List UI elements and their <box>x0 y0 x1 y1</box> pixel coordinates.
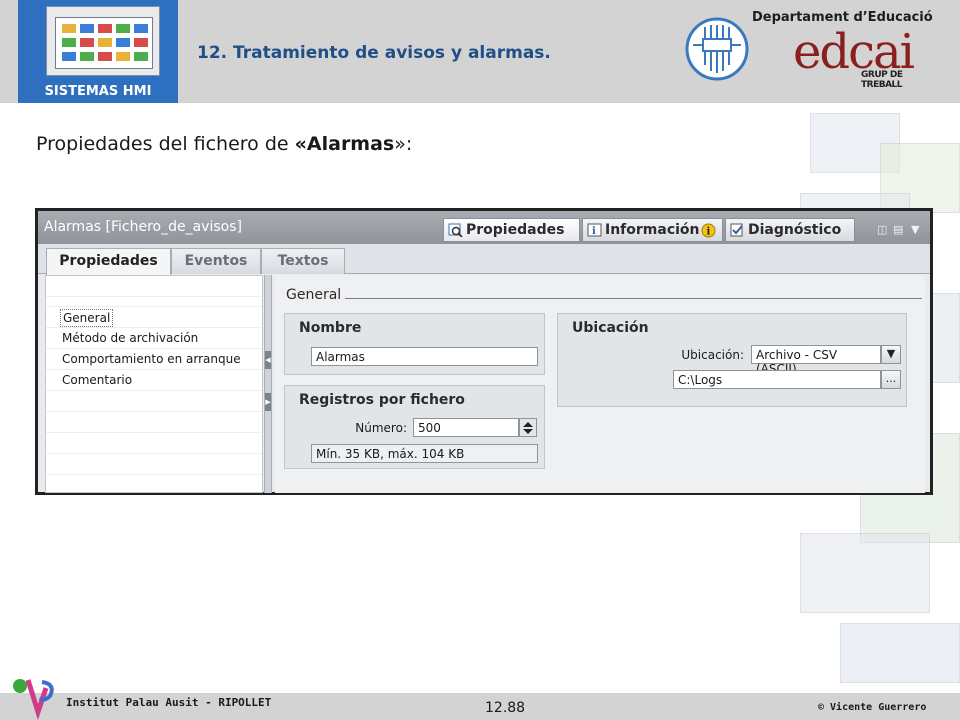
group-nombre: Nombre Alarmas <box>284 313 545 375</box>
numero-stepper[interactable] <box>519 418 537 437</box>
window-menu-icon[interactable]: ◫ <box>877 223 887 236</box>
size-info-field: Mín. 35 KB, máx. 104 KB <box>311 444 538 463</box>
ruta-input[interactable]: C:\Logs <box>673 370 881 389</box>
properties-window: Alarmas [Fichero_de_avisos] Propiedades … <box>35 208 933 495</box>
chevron-down-icon[interactable]: ▼ <box>881 345 901 364</box>
hmi-panel-thumbnail <box>46 6 160 76</box>
section-divider <box>345 298 922 299</box>
slide-title: 12. Tratamiento de avisos y alarmas. <box>197 43 551 63</box>
subtitle-prefix: Propiedades del fichero de <box>36 133 295 155</box>
group-title: Registros por fichero <box>299 392 465 408</box>
nav-row-comportamiento: Comportamiento en arranque <box>46 349 262 370</box>
nav-item-comentario[interactable]: Comentario <box>60 372 134 388</box>
subtitle-suffix: »: <box>394 133 413 155</box>
expand-right-icon[interactable]: ▶ <box>265 393 271 411</box>
nav-splitter[interactable]: ◀ ▶ <box>264 275 272 493</box>
browse-button[interactable]: ... <box>881 370 901 389</box>
window-title: Alarmas [Fichero_de_avisos] <box>44 219 242 235</box>
tab-label: Diagnóstico <box>748 222 842 238</box>
nombre-input[interactable]: Alarmas <box>311 347 538 366</box>
circuit-logo-icon <box>685 17 749 81</box>
nav-row-general: General <box>46 307 262 328</box>
window-dropdown-icon[interactable]: ▼ <box>911 223 919 236</box>
section-label: SISTEMAS HMI <box>44 84 152 99</box>
subtitle-emphasis: «Alarmas <box>294 133 395 155</box>
stepper-up-icon[interactable] <box>523 422 533 427</box>
numero-input[interactable]: 500 <box>413 418 519 437</box>
info-icon: i <box>587 223 602 237</box>
tab-label: Información <box>605 222 700 238</box>
ubicacion-select[interactable]: Archivo - CSV (ASCII) <box>751 345 881 376</box>
slide-subtitle: Propiedades del fichero de «Alarmas»: <box>36 133 412 155</box>
window-titlebar: Alarmas [Fichero_de_avisos] Propiedades … <box>38 211 930 244</box>
properties-icon <box>448 223 463 237</box>
nav-item-general[interactable]: General <box>60 309 114 327</box>
properties-nav: General Método de archivación Comportami… <box>45 275 263 493</box>
svg-text:i: i <box>592 226 596 237</box>
tab-informacion[interactable]: i Información i <box>582 218 723 242</box>
nav-item-comportamiento-arranque[interactable]: Comportamiento en arranque <box>60 351 243 367</box>
ubicacion-label: Ubicación: <box>681 348 744 362</box>
tab-propiedades-inspector[interactable]: Propiedades <box>443 218 580 242</box>
section-badge: SISTEMAS HMI <box>18 0 178 103</box>
stepper-down-icon[interactable] <box>523 429 533 434</box>
tab-textos[interactable]: Textos <box>261 248 345 274</box>
group-title: Nombre <box>299 320 362 336</box>
edcai-logo: edcai GRUP DE TREBALL <box>793 24 943 98</box>
tab-label: Propiedades <box>466 222 565 238</box>
department-label: Departament d’Educació <box>752 10 933 25</box>
institute-logo-icon <box>13 679 54 720</box>
nav-item-metodo-archivacion[interactable]: Método de archivación <box>60 330 200 346</box>
author-credit: © Vicente Guerrero <box>818 702 927 713</box>
nav-row-metodo: Método de archivación <box>46 328 262 349</box>
numero-label: Número: <box>355 421 407 435</box>
group-registros: Registros por fichero Número: 500 Mín. 3… <box>284 385 545 469</box>
nav-row-comentario: Comentario <box>46 370 262 391</box>
section-title: General <box>286 287 342 303</box>
group-ubicacion: Ubicación Ubicación: Archivo - CSV (ASCI… <box>557 313 907 407</box>
properties-content: General Nombre Alarmas Registros por fic… <box>275 275 925 493</box>
diagnostics-icon <box>730 223 743 237</box>
tab-diagnostico[interactable]: Diagnóstico <box>725 218 855 242</box>
tab-eventos[interactable]: Eventos <box>171 248 261 274</box>
collapse-left-icon[interactable]: ◀ <box>265 351 271 369</box>
group-title: Ubicación <box>572 320 649 336</box>
properties-tabbar: Propiedades Eventos Textos <box>38 244 930 275</box>
svg-text:i: i <box>707 227 711 238</box>
institution-label: Institut Palau Ausit - RIPOLLET <box>66 696 272 709</box>
page-number: 12.88 <box>485 700 526 716</box>
tab-propiedades[interactable]: Propiedades <box>46 248 171 275</box>
warning-badge-icon: i <box>701 223 716 238</box>
window-layout-icon[interactable]: ▤ <box>893 223 903 236</box>
logo-subtext: GRUP DE TREBALL <box>861 70 903 90</box>
